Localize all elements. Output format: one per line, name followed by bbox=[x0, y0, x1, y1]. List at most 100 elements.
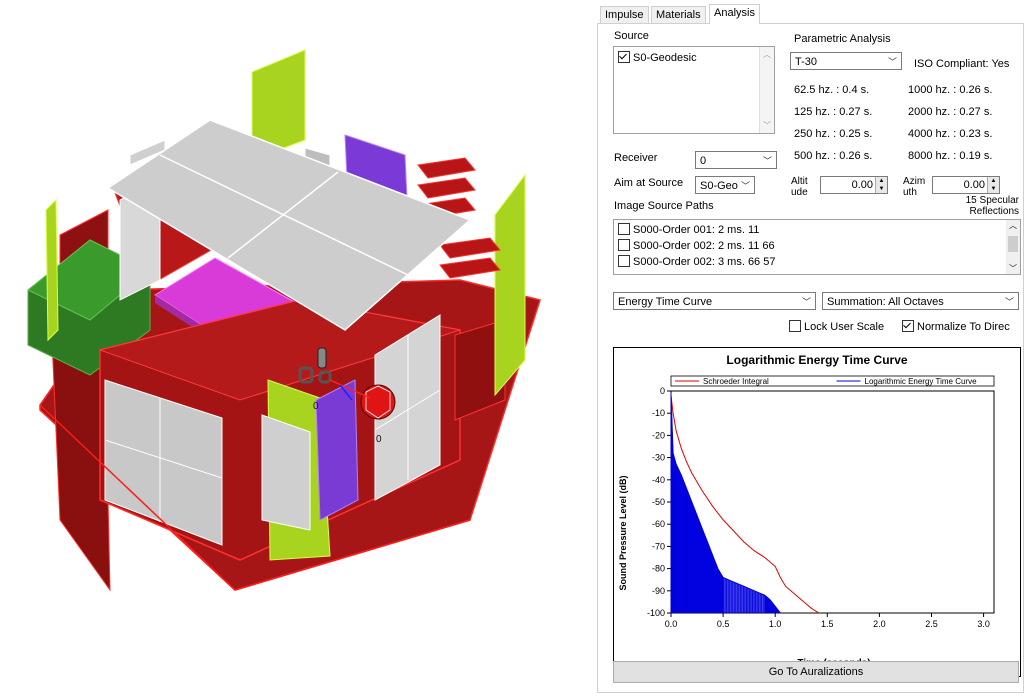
image-source-item[interactable]: S000-Order 001: 2 ms. 11 bbox=[618, 223, 759, 236]
chevron-down-icon: ﹀ bbox=[740, 181, 750, 191]
scroll-up-icon[interactable]: ︿ bbox=[760, 49, 774, 60]
y-tick-label: -100 bbox=[647, 608, 665, 618]
image-source-item[interactable]: S000-Order 002: 2 ms. 11 66 bbox=[618, 239, 775, 252]
path-checkbox[interactable] bbox=[618, 255, 630, 267]
altitude-label-line1: Altit bbox=[791, 176, 808, 187]
aim-at-source-label: Aim at Source bbox=[614, 177, 684, 189]
x-tick-label: 1.5 bbox=[821, 619, 834, 629]
y-tick-label: -60 bbox=[652, 519, 665, 529]
result-62-5: 62.5 hz. : 0.4 s. bbox=[794, 84, 870, 96]
lock-user-scale-label: Lock User Scale bbox=[804, 321, 885, 333]
image-source-scrollbar[interactable]: ︿ ﹀ bbox=[1006, 220, 1020, 274]
image-source-item[interactable]: S000-Order 002: 3 ms. 66 57 bbox=[618, 255, 775, 268]
curve-type-value: Energy Time Curve bbox=[618, 296, 713, 308]
normalize-label: Normalize To Direc bbox=[917, 321, 1010, 333]
result-4000: 4000 hz. : 0.23 s. bbox=[908, 128, 993, 140]
x-tick-label: 0.0 bbox=[665, 619, 678, 629]
y-tick-label: -30 bbox=[652, 453, 665, 463]
tab-analysis[interactable]: Analysis bbox=[709, 4, 760, 24]
chart-series bbox=[670, 393, 820, 614]
scroll-down-icon[interactable]: ﹀ bbox=[1006, 263, 1020, 274]
curve-type-select[interactable]: Energy Time Curve ﹀ bbox=[613, 292, 816, 310]
source-item-label: S0-Geodesic bbox=[633, 52, 697, 64]
tab-impulse[interactable]: Impulse bbox=[600, 6, 649, 23]
receiver-label: Receiver bbox=[614, 152, 658, 164]
source-label: 0 bbox=[376, 434, 382, 445]
result-500: 500 hz. : 0.26 s. bbox=[794, 150, 873, 162]
metric-value: T-30 bbox=[795, 56, 818, 68]
3d-model-viewport[interactable]: 0 0 bbox=[0, 0, 595, 693]
chart-ylabel: Sound Pressure Level (dB) bbox=[618, 475, 628, 590]
image-source-item-label: S000-Order 002: 3 ms. 66 57 bbox=[633, 256, 776, 268]
x-tick-label: 1.0 bbox=[769, 619, 782, 629]
source-list[interactable]: S0-Geodesic ︿ ﹀ bbox=[613, 46, 775, 134]
altitude-label-line2: ude bbox=[791, 187, 808, 198]
source-label: Source bbox=[614, 30, 649, 42]
x-tick-label: 2.0 bbox=[873, 619, 886, 629]
result-2000: 2000 hz. : 0.27 s. bbox=[908, 106, 993, 118]
x-tick-label: 3.0 bbox=[977, 619, 990, 629]
summation-select[interactable]: Summation: All Octaves ﹀ bbox=[822, 292, 1019, 310]
source-list-scrollbar[interactable]: ︿ ﹀ bbox=[759, 47, 774, 133]
specular-reflections-label: 15 Specular Reflections bbox=[943, 195, 1019, 217]
go-to-auralizations-button[interactable]: Go To Auralizations bbox=[613, 661, 1019, 683]
y-tick-label: -70 bbox=[652, 541, 665, 551]
y-tick-label: -10 bbox=[652, 408, 665, 418]
chart-title: Logarithmic Energy Time Curve bbox=[726, 353, 907, 367]
y-tick-label: -50 bbox=[652, 497, 665, 507]
analysis-tab-content: Source S0-Geodesic ︿ ﹀ Parametric Analys… bbox=[597, 23, 1024, 693]
result-250: 250 hz. : 0.25 s. bbox=[794, 128, 873, 140]
energy-time-chart: Logarithmic Energy Time Curve Schroeder … bbox=[613, 347, 1021, 677]
image-source-paths-label: Image Source Paths bbox=[614, 200, 714, 212]
altitude-value: 0.00 bbox=[851, 179, 873, 191]
altitude-label: Altit ude bbox=[791, 176, 808, 198]
parametric-label: Parametric Analysis bbox=[792, 33, 893, 45]
image-source-item-label: S000-Order 002: 2 ms. 11 66 bbox=[633, 240, 775, 252]
path-checkbox[interactable] bbox=[618, 223, 630, 235]
receiver-label: 0 bbox=[313, 401, 319, 412]
path-checkbox[interactable] bbox=[618, 239, 630, 251]
legend-label: Logarithmic Energy Time Curve bbox=[865, 377, 978, 386]
x-tick-label: 2.5 bbox=[925, 619, 938, 629]
image-source-list[interactable]: S000-Order 001: 2 ms. 11 S000-Order 002:… bbox=[613, 219, 1021, 275]
azimuth-label-line2: uth bbox=[903, 187, 917, 198]
result-125: 125 hz. : 0.27 s. bbox=[794, 106, 873, 118]
azimuth-label-line1: Azim bbox=[903, 176, 926, 187]
source-item[interactable]: S0-Geodesic bbox=[618, 51, 697, 64]
scroll-up-icon[interactable]: ︿ bbox=[1006, 220, 1020, 231]
azimuth-spinner[interactable]: 0.00 ▲ ▼ bbox=[932, 176, 1000, 194]
summation-value: Summation: All Octaves bbox=[827, 296, 944, 308]
normalize-checkbox[interactable] bbox=[902, 320, 914, 332]
x-tick-label: 0.5 bbox=[717, 619, 730, 629]
chevron-down-icon: ﹀ bbox=[762, 156, 772, 166]
room-model-render: 0 0 bbox=[27, 49, 541, 592]
aim-source-select[interactable]: S0-Geo ﹀ bbox=[695, 176, 755, 194]
chart-legend: Schroeder Integral Logarithmic Energy Tim… bbox=[670, 375, 995, 387]
azimuth-value: 0.00 bbox=[963, 179, 985, 191]
y-tick-label: -90 bbox=[652, 586, 665, 596]
metric-select[interactable]: T-30 ﹀ bbox=[790, 52, 902, 70]
altitude-spinner[interactable]: 0.00 ▲ ▼ bbox=[820, 176, 888, 194]
source-checkbox[interactable] bbox=[618, 51, 630, 63]
spinner-arrows-icon[interactable]: ▲ ▼ bbox=[987, 177, 999, 193]
specular-line2: Reflections bbox=[969, 206, 1019, 217]
scrollbar-thumb[interactable] bbox=[1008, 236, 1018, 252]
receiver-select[interactable]: 0 ﹀ bbox=[695, 151, 777, 169]
chevron-down-icon: ﹀ bbox=[887, 57, 897, 67]
normalize-to-direct[interactable]: Normalize To Direc bbox=[902, 320, 1010, 333]
chevron-down-icon: ﹀ bbox=[1004, 297, 1014, 307]
y-tick-label: -20 bbox=[652, 430, 665, 440]
aim-source-value: S0-Geo bbox=[700, 180, 738, 192]
tab-strip: Impulse Materials Analysis bbox=[597, 4, 1022, 24]
spinner-arrows-icon[interactable]: ▲ ▼ bbox=[875, 177, 887, 193]
tab-materials[interactable]: Materials bbox=[651, 6, 706, 23]
azimuth-label: Azim uth bbox=[903, 176, 925, 198]
chart-svg: Logarithmic Energy Time Curve Schroeder … bbox=[618, 353, 995, 669]
scroll-down-icon[interactable]: ﹀ bbox=[760, 120, 774, 131]
lock-user-scale-checkbox[interactable] bbox=[789, 320, 801, 332]
iso-compliant-text: ISO Compliant: Yes bbox=[914, 58, 1010, 70]
y-tick-label: -80 bbox=[652, 564, 665, 574]
lock-user-scale[interactable]: Lock User Scale bbox=[789, 320, 884, 333]
specular-line1: 15 Specular bbox=[965, 195, 1019, 206]
legend-label: Schroeder Integral bbox=[703, 377, 769, 386]
